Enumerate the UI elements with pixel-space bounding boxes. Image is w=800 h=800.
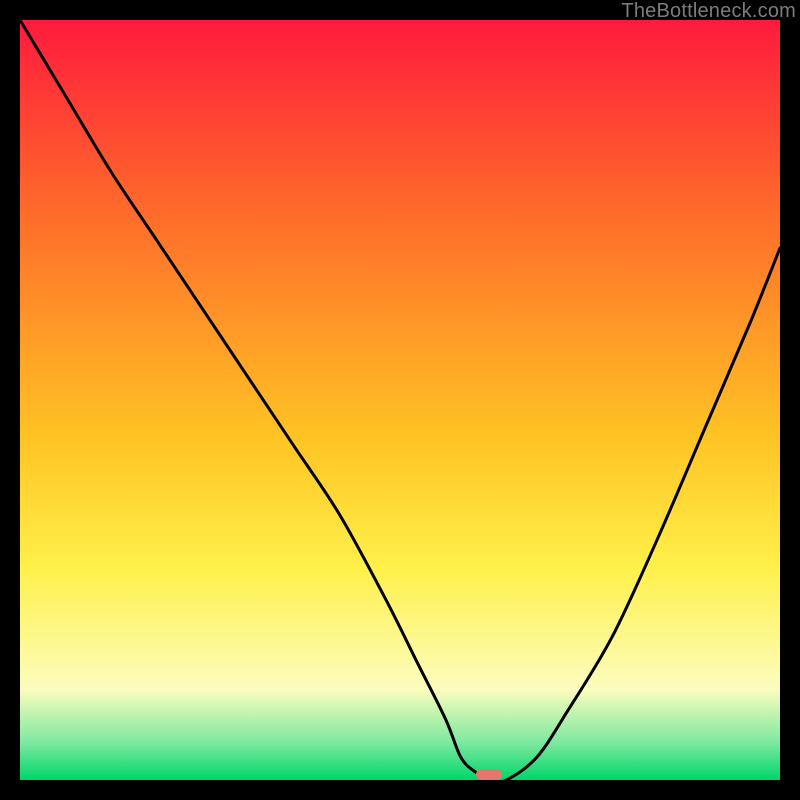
chart-frame: TheBottleneck.com — [0, 0, 800, 800]
bottleneck-curve — [20, 20, 780, 780]
plot-area — [20, 20, 780, 780]
optimal-marker — [476, 769, 502, 780]
